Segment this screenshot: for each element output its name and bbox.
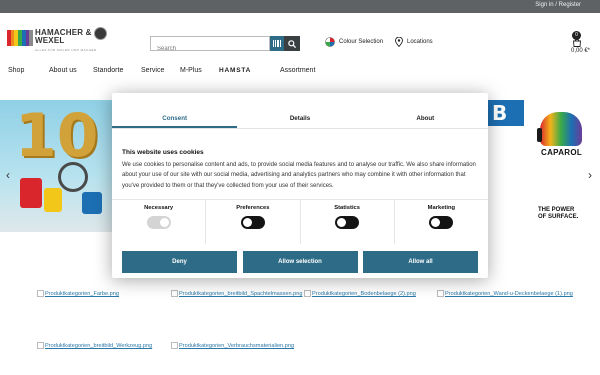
category-tile-link[interactable]: Produktkategorien_breitbild_Spachtelmass…	[171, 289, 303, 299]
search-icon	[288, 39, 296, 48]
marketing-label: Marketing	[427, 205, 456, 211]
cookie-category-necessary: Necessary	[112, 200, 207, 244]
cookie-dialog-title: This website uses cookies	[122, 149, 204, 156]
tab-consent[interactable]: Consent	[112, 111, 238, 128]
category-tile-label: Produktkategorien_Verbrauchsmaterialien.…	[179, 343, 295, 349]
search-input[interactable]	[151, 42, 269, 56]
broken-image-icon	[437, 290, 444, 297]
cart-button[interactable]: 0 0,00 €*	[568, 31, 592, 63]
nav-hamsta[interactable]: HAMSTA	[219, 67, 251, 74]
deny-button[interactable]: Deny	[122, 251, 237, 273]
category-tile-label: Produktkategorien_Wand-u-Deckenbelaege (…	[445, 291, 573, 297]
preferences-toggle[interactable]	[240, 216, 265, 229]
allow-selection-button[interactable]: Allow selection	[242, 251, 358, 273]
cookie-dialog-tabs: Consent Details About	[112, 111, 488, 129]
broken-image-icon	[171, 342, 178, 349]
logo-color-stripes	[7, 30, 34, 46]
anniversary-balloon-number: 10	[15, 101, 99, 171]
locations-label: Locations	[407, 39, 433, 45]
statistics-label: Statistics	[334, 205, 361, 211]
category-tile-label: Produktkategorien_Bodenbelaege (2).png	[312, 291, 416, 297]
nav-assortment[interactable]: Assortment	[280, 67, 315, 74]
logo-name-line2: WEXEL	[35, 36, 65, 45]
search-button[interactable]	[284, 36, 300, 51]
caparol-brand: CAPAROL	[541, 148, 583, 157]
cart-bag-icon	[573, 38, 581, 47]
cookie-category-statistics: Statistics	[301, 200, 395, 244]
paint-bucket-graphic	[82, 192, 102, 214]
broken-image-icon	[304, 290, 311, 297]
preferences-label: Preferences	[236, 205, 270, 211]
category-tile-label: Produktkategorien_breitbild_Werkzeug.png	[45, 343, 153, 349]
necessary-label: Necessary	[144, 205, 174, 211]
nav-m-plus[interactable]: M-Plus	[180, 67, 202, 74]
category-tile-link[interactable]: Produktkategorien_Wand-u-Deckenbelaege (…	[437, 289, 592, 299]
logo-badge-icon	[94, 27, 107, 40]
broken-image-icon	[37, 290, 44, 297]
broken-image-icon	[171, 290, 178, 297]
tab-details[interactable]: Details	[237, 111, 362, 128]
map-pin-icon	[395, 37, 403, 47]
slogan-line1: THE POWER	[538, 207, 575, 213]
nav-shop[interactable]: Shop	[8, 67, 24, 74]
allow-all-button[interactable]: Allow all	[363, 251, 478, 273]
main-navigation: Shop About us Standorte Service M-Plus H…	[0, 63, 600, 79]
cart-total: 0,00 €*	[571, 48, 591, 54]
category-tile-link[interactable]: Produktkategorien_Verbrauchsmaterialien.…	[171, 341, 301, 351]
cookie-category-marketing: Marketing	[395, 200, 488, 244]
logo-tagline: ALLES FÜR MALER UND MACHER	[35, 48, 97, 52]
company-logo[interactable]: HAMACHER & WEXEL ALLES FÜR MALER UND MAC…	[7, 27, 107, 54]
cookie-dialog-body: We use cookies to personalise content an…	[122, 162, 476, 189]
category-tile-label: Produktkategorien_Farbe.png	[45, 291, 120, 297]
statistics-toggle[interactable]	[335, 216, 360, 229]
caparol-elephant-logo	[537, 112, 582, 146]
necessary-toggle	[146, 216, 171, 229]
slider-prev-arrow[interactable]: ‹	[6, 168, 10, 182]
colour-selection-link[interactable]: Colour Selection	[325, 37, 383, 47]
nav-standorte[interactable]: Standorte	[93, 67, 123, 74]
bike-wheel-graphic	[58, 162, 88, 192]
paint-bucket-graphic	[20, 178, 42, 208]
category-tile-link[interactable]: Produktkategorien_Bodenbelaege (2).png	[304, 289, 434, 299]
hero-image-left: 10	[0, 100, 112, 232]
tab-about[interactable]: About	[363, 111, 488, 128]
paint-bucket-graphic	[44, 188, 62, 212]
logo-name: HAMACHER & WEXEL	[35, 29, 92, 45]
category-tile-link[interactable]: Produktkategorien_breitbild_Werkzeug.png	[37, 341, 167, 351]
search-box	[150, 36, 270, 56]
top-bar: Sign in / Register	[0, 0, 600, 13]
slider-next-arrow[interactable]: ›	[588, 168, 592, 182]
colour-selection-label: Colour Selection	[339, 39, 384, 45]
category-tile-label: Produktkategorien_breitbild_Spachtelmass…	[179, 291, 303, 297]
cookie-category-toggles: Necessary Preferences Statistics Marketi…	[112, 199, 488, 244]
marketing-toggle[interactable]	[429, 216, 454, 229]
barcode-icon	[273, 40, 281, 47]
hero-partial-letter: B	[488, 100, 524, 126]
slogan-line2: OF SURFACE.	[538, 214, 579, 220]
signin-register-link[interactable]: Sign in / Register	[535, 2, 581, 8]
cookie-category-preferences: Preferences	[206, 200, 301, 244]
colour-palette-icon	[325, 37, 335, 47]
site-header: HAMACHER & WEXEL ALLES FÜR MALER UND MAC…	[0, 13, 600, 63]
cookie-dialog-buttons: Deny Allow selection Allow all	[122, 251, 478, 273]
nav-service[interactable]: Service	[141, 67, 164, 74]
barcode-scan-button[interactable]	[270, 36, 284, 51]
caparol-slogan: THE POWER OF SURFACE.	[538, 207, 578, 221]
nav-about-us[interactable]: About us	[49, 67, 77, 74]
locations-link[interactable]: Locations	[395, 37, 433, 47]
cookie-consent-dialog: Consent Details About This website uses …	[112, 93, 488, 278]
broken-image-icon	[37, 342, 44, 349]
category-tile-link[interactable]: Produktkategorien_Farbe.png	[37, 289, 157, 299]
